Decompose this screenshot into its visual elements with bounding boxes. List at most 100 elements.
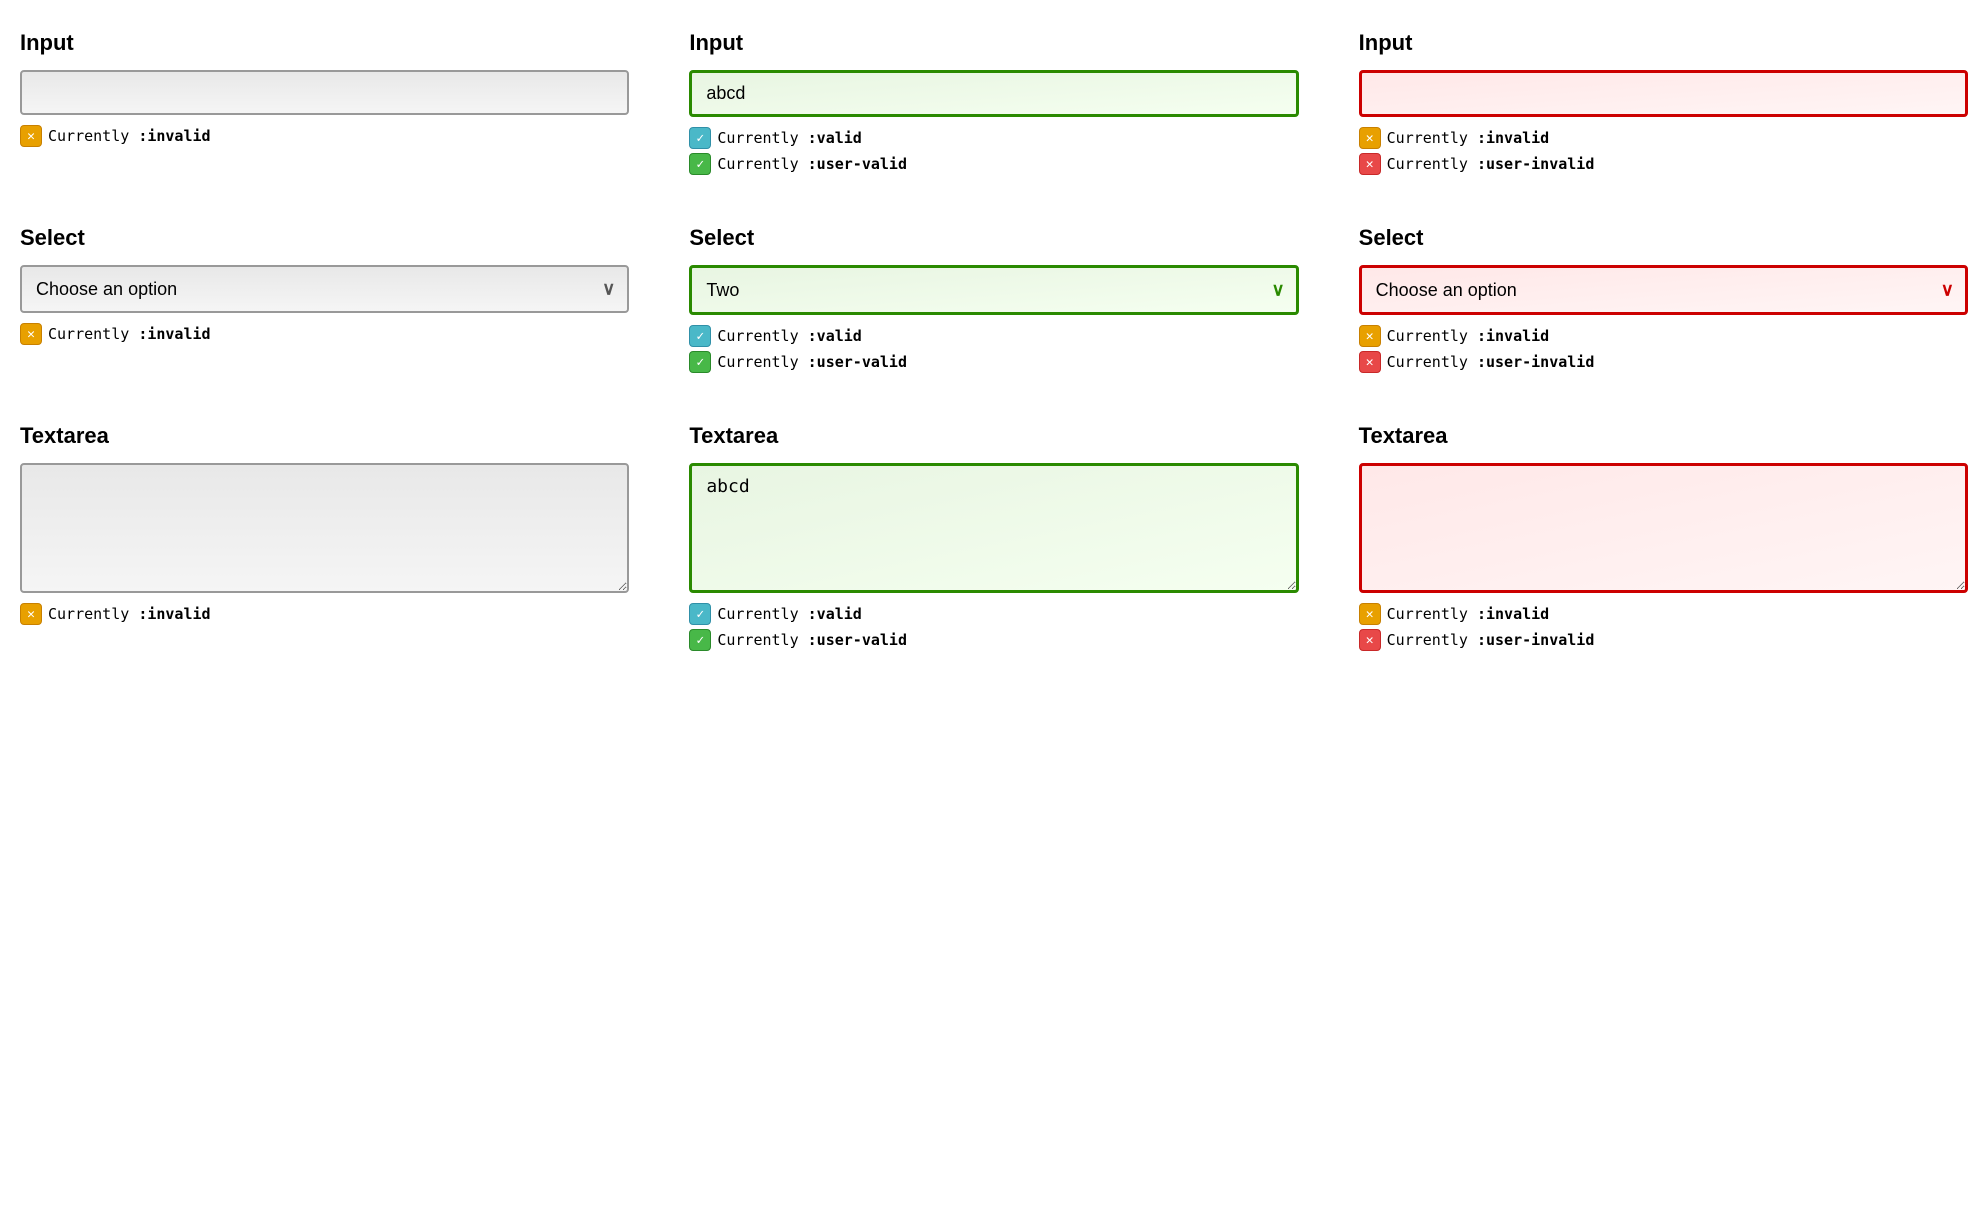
x-icon-select-inv: ✕ <box>1366 329 1374 344</box>
select-invalid-wrapper: Choose an option One Two Three ∨ <box>1359 265 1968 315</box>
pseudo-textarea-user-valid: :user-valid <box>808 631 907 649</box>
check-icon: ✓ <box>696 131 704 146</box>
badge-orange-select: ✕ <box>20 323 42 345</box>
status-item-invalid1: ✕ Currently :invalid <box>1359 127 1968 149</box>
cell-textarea-invalid: Textarea ✕ Currently :invalid ✕ Currentl… <box>1359 423 1968 651</box>
select-default-wrapper: Choose an option One Two Three ∨ <box>20 265 629 313</box>
status-item-textarea-valid: ✓ Currently :valid <box>689 603 1298 625</box>
badge-red-x: ✕ <box>1359 153 1381 175</box>
select-valid-statuses: ✓ Currently :valid ✓ Currently :user-val… <box>689 325 1298 373</box>
input-default-statuses: ✕ Currently :invalid <box>20 125 629 147</box>
textarea-valid-heading: Textarea <box>689 423 1298 449</box>
pseudo-select-user-inv: :user-invalid <box>1477 353 1594 371</box>
cell-textarea-valid: Textarea abcd ✓ Currently :valid ✓ Curre… <box>689 423 1298 651</box>
pseudo-textarea-user-inv: :user-invalid <box>1477 631 1594 649</box>
select-invalid[interactable]: Choose an option One Two Three <box>1359 265 1968 315</box>
select-valid[interactable]: Choose an option One Two Three <box>689 265 1298 315</box>
textarea-invalid-heading: Textarea <box>1359 423 1968 449</box>
badge-orange-textarea-inv: ✕ <box>1359 603 1381 625</box>
badge-orange-textarea: ✕ <box>20 603 42 625</box>
select-default[interactable]: Choose an option One Two Three <box>20 265 629 313</box>
status-text-textarea-user-inv: Currently :user-invalid <box>1387 631 1595 649</box>
status-item-select-invalid: ✕ Currently :invalid <box>20 323 629 345</box>
input-valid-statuses: ✓ Currently :valid ✓ Currently :user-val… <box>689 127 1298 175</box>
status-text-user-invalid: Currently :user-invalid <box>1387 155 1595 173</box>
status-item: ✕ Currently :invalid <box>20 125 629 147</box>
cell-input-valid: Input ✓ Currently :valid ✓ Currently :us… <box>689 30 1298 175</box>
select-valid-wrapper: Choose an option One Two Three ∨ <box>689 265 1298 315</box>
status-text-valid: Currently :valid <box>717 129 862 147</box>
x-icon-textarea-inv: ✕ <box>1366 607 1374 622</box>
badge-blue-textarea: ✓ <box>689 603 711 625</box>
textarea-default[interactable] <box>20 463 629 593</box>
x-icon-select: ✕ <box>27 327 35 342</box>
textarea-invalid-statuses: ✕ Currently :invalid ✕ Currently :user-i… <box>1359 603 1968 651</box>
status-text-select-valid: Currently :valid <box>717 327 862 345</box>
status-item-select-user-inv: ✕ Currently :user-invalid <box>1359 351 1968 373</box>
status-item-textarea-user-valid: ✓ Currently :user-valid <box>689 629 1298 651</box>
input-default[interactable] <box>20 70 629 115</box>
status-item-select-valid: ✓ Currently :valid <box>689 325 1298 347</box>
check-icon-green: ✓ <box>696 157 704 172</box>
check-icon-select: ✓ <box>696 329 704 344</box>
status-text: Currently :invalid <box>48 127 211 145</box>
status-item-valid: ✓ Currently :valid <box>689 127 1298 149</box>
pseudo-textarea-valid: :valid <box>808 605 862 623</box>
select-default-heading: Select <box>20 225 629 251</box>
textarea-default-heading: Textarea <box>20 423 629 449</box>
status-text-user-valid: Currently :user-valid <box>717 155 907 173</box>
badge-blue-select: ✓ <box>689 325 711 347</box>
pseudo-select-inv1: :invalid <box>1477 327 1549 345</box>
pseudo-user-invalid: :user-invalid <box>1477 155 1594 173</box>
select-invalid-heading: Select <box>1359 225 1968 251</box>
x-icon-textarea: ✕ <box>27 607 35 622</box>
x-icon-select-red: ✕ <box>1366 355 1374 370</box>
cell-textarea-default: Textarea ✕ Currently :invalid <box>20 423 629 651</box>
x-icon-textarea-red: ✕ <box>1366 633 1374 648</box>
cell-select-default: Select Choose an option One Two Three ∨ … <box>20 225 629 373</box>
badge-green-check: ✓ <box>689 153 711 175</box>
main-grid: Input ✕ Currently :invalid Input ✓ Curre… <box>20 30 1968 651</box>
input-default-heading: Input <box>20 30 629 56</box>
badge-green-select: ✓ <box>689 351 711 373</box>
status-text-select-user-valid: Currently :user-valid <box>717 353 907 371</box>
input-invalid[interactable] <box>1359 70 1968 117</box>
input-valid[interactable] <box>689 70 1298 117</box>
status-item-textarea-user-inv: ✕ Currently :user-invalid <box>1359 629 1968 651</box>
cell-select-invalid: Select Choose an option One Two Three ∨ … <box>1359 225 1968 373</box>
status-text-textarea-user-valid: Currently :user-valid <box>717 631 907 649</box>
textarea-invalid[interactable] <box>1359 463 1968 593</box>
cell-select-valid: Select Choose an option One Two Three ∨ … <box>689 225 1298 373</box>
cell-input-default: Input ✕ Currently :invalid <box>20 30 629 175</box>
textarea-valid-statuses: ✓ Currently :valid ✓ Currently :user-val… <box>689 603 1298 651</box>
cell-input-invalid: Input ✕ Currently :invalid ✕ Currently :… <box>1359 30 1968 175</box>
pseudo-select-valid: :valid <box>808 327 862 345</box>
pseudo-class: :invalid <box>138 127 210 145</box>
pseudo-textarea-inv: :invalid <box>138 605 210 623</box>
status-item-select-inv1: ✕ Currently :invalid <box>1359 325 1968 347</box>
badge-orange-x: ✕ <box>20 125 42 147</box>
x-icon-invalid: ✕ <box>1366 131 1374 146</box>
pseudo-select-user-valid: :user-valid <box>808 353 907 371</box>
status-item-textarea-inv1: ✕ Currently :invalid <box>1359 603 1968 625</box>
status-text-textarea-valid: Currently :valid <box>717 605 862 623</box>
status-item-select-user-valid: ✓ Currently :user-valid <box>689 351 1298 373</box>
textarea-valid[interactable]: abcd <box>689 463 1298 593</box>
badge-orange-x-invalid: ✕ <box>1359 127 1381 149</box>
input-invalid-statuses: ✕ Currently :invalid ✕ Currently :user-i… <box>1359 127 1968 175</box>
select-valid-heading: Select <box>689 225 1298 251</box>
check-icon-select-green: ✓ <box>696 355 704 370</box>
status-item-user-invalid: ✕ Currently :user-invalid <box>1359 153 1968 175</box>
check-icon-textarea-green: ✓ <box>696 633 704 648</box>
input-invalid-heading: Input <box>1359 30 1968 56</box>
textarea-default-statuses: ✕ Currently :invalid <box>20 603 629 625</box>
pseudo-user-valid: :user-valid <box>808 155 907 173</box>
status-text-invalid1: Currently :invalid <box>1387 129 1550 147</box>
status-item-user-valid: ✓ Currently :user-valid <box>689 153 1298 175</box>
badge-blue-check: ✓ <box>689 127 711 149</box>
badge-red-select: ✕ <box>1359 351 1381 373</box>
badge-green-textarea: ✓ <box>689 629 711 651</box>
check-icon-textarea: ✓ <box>696 607 704 622</box>
select-default-statuses: ✕ Currently :invalid <box>20 323 629 345</box>
pseudo-invalid: :invalid <box>1477 129 1549 147</box>
